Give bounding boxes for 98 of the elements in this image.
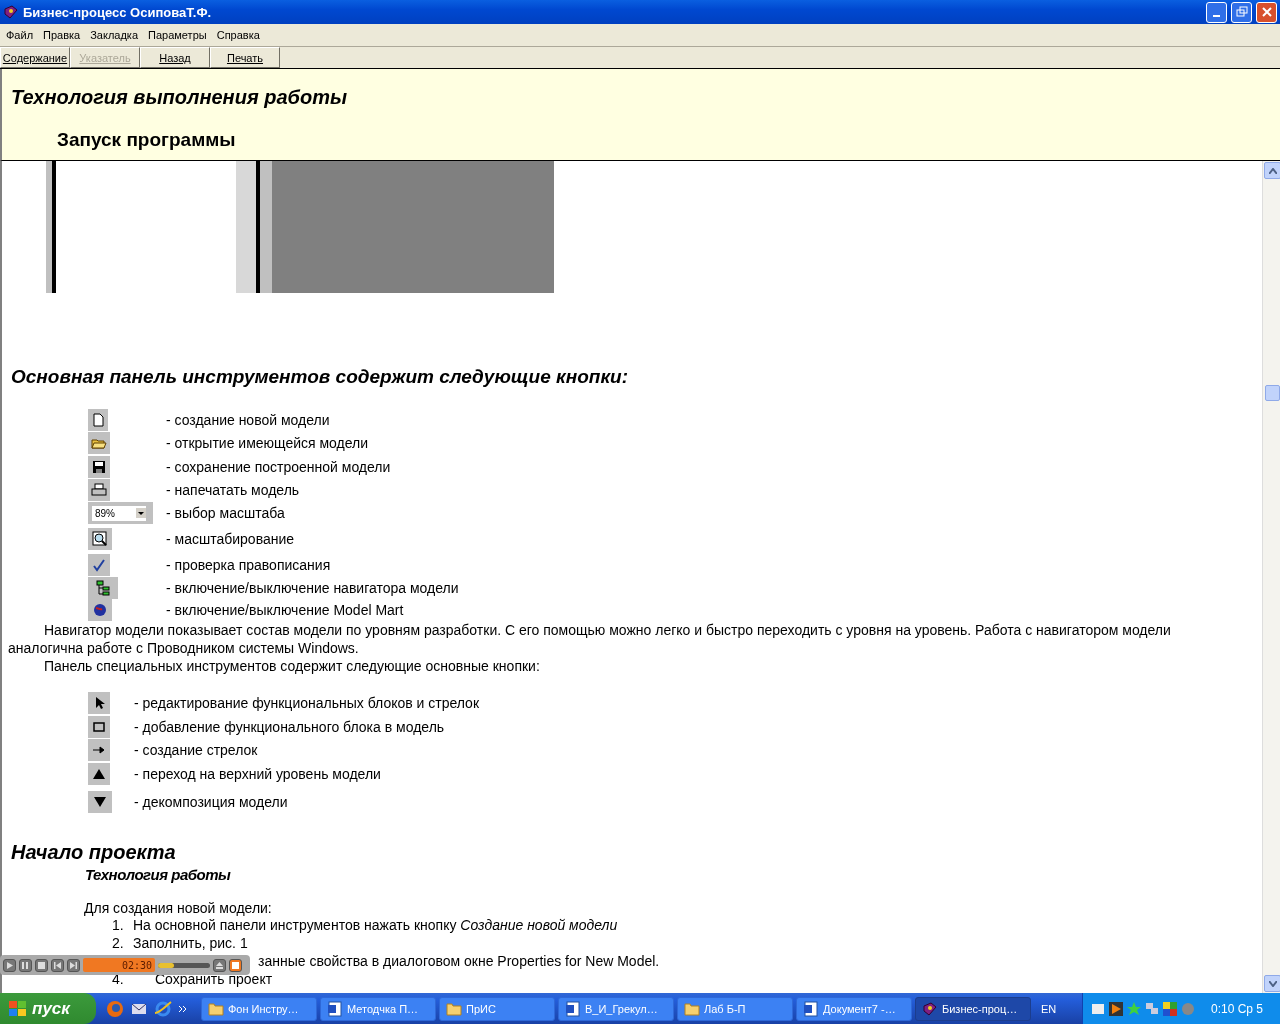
page-title: Технология выполнения работы <box>10 85 349 109</box>
window-title: Бизнес-процесс ОсиповаТ.Ф. <box>23 4 213 20</box>
play-icon <box>1109 1001 1123 1016</box>
subheading: Технология работы <box>85 866 232 883</box>
tool-description: - масштабирование <box>166 531 295 547</box>
minimize-button[interactable] <box>1206 1 1227 23</box>
blank-page-icon <box>88 409 108 431</box>
paragraph: Навигатор модели показывает состав модели по уровням разработки. С его помощью можно легко и быстро переходить с уровня на уровень. Работа с навигатором модели аналогична работе с Проводником системы Windows. <box>7 621 1172 657</box>
taskbar-button[interactable]: Документ7 -… <box>796 996 912 1021</box>
chevron-icon[interactable] <box>178 1003 188 1014</box>
tool-description: - включение/выключение Model Mart <box>166 602 404 618</box>
menu-item[interactable]: Справка <box>212 29 266 41</box>
taskbar-button[interactable]: Лаб Б-П <box>677 996 793 1021</box>
taskbar-button[interactable]: ПрИС <box>439 996 555 1021</box>
book-icon <box>922 1000 938 1017</box>
pause-button[interactable] <box>19 958 32 972</box>
network-icon <box>1145 1001 1159 1016</box>
tool-description: - переход на верхний уровень модели <box>134 766 381 782</box>
eject-button[interactable] <box>213 958 226 972</box>
maximize-button[interactable] <box>1231 1 1252 23</box>
clock: 0:10 Ср 5 <box>1211 1001 1264 1016</box>
previous-icon <box>54 961 61 969</box>
menu-item[interactable]: Правка <box>39 29 87 41</box>
step-text: Сохранить проект <box>155 971 273 987</box>
restore-icon <box>1235 6 1248 18</box>
paragraph: Для создания новой модели: <box>84 900 273 916</box>
tool-description: - редактирование функциональных блоков и стрелок <box>134 695 480 711</box>
tool-description: - открытие имеющейся модели <box>166 435 369 451</box>
folder-icon <box>446 1000 462 1017</box>
pointer-icon <box>88 692 110 714</box>
star-icon <box>1127 1001 1141 1016</box>
section-heading: Основная панель инструментов содержит следующие кнопки: <box>11 366 629 389</box>
taskbar-button[interactable]: Фон Инстру… <box>201 996 317 1021</box>
language-indicator[interactable]: EN <box>1041 1002 1071 1015</box>
firefox-icon[interactable] <box>106 999 124 1018</box>
browser-icon[interactable] <box>154 999 172 1018</box>
eject-icon <box>216 961 223 969</box>
close-icon <box>1261 7 1272 17</box>
printer-icon <box>88 479 110 501</box>
folder-icon <box>208 1000 224 1017</box>
document-icon <box>327 1000 343 1017</box>
step-number: 2. <box>112 935 125 951</box>
step-number: 1. <box>112 917 125 933</box>
color-squares-icon <box>1163 1001 1177 1016</box>
toolbar-button[interactable]: Содержание <box>0 47 70 68</box>
step-text: Заполнить, рис. 1 <box>133 935 248 951</box>
minimize-icon <box>1213 15 1220 17</box>
stop-button[interactable] <box>35 958 48 972</box>
toolbar-button[interactable]: Печать <box>210 47 280 68</box>
menu-item[interactable]: Файл <box>2 29 40 41</box>
taskbar-button[interactable]: Бизнес-проц… <box>915 996 1031 1021</box>
tool-description: - включение/выключение навигатора модели <box>166 580 459 596</box>
paragraph: Панель специальных инструментов содержит следующие основные кнопки: <box>43 657 541 675</box>
step-text: занные свойства в диалоговом окне Properties for New Model. <box>258 953 660 969</box>
scroll-down-button[interactable] <box>1264 975 1280 992</box>
stop-icon <box>38 961 45 969</box>
scroll-up-button[interactable] <box>1264 162 1280 179</box>
square-icon <box>232 961 239 969</box>
time-display: 02:30 <box>83 958 155 972</box>
document-icon <box>565 1000 581 1017</box>
tool-description: - создание стрелок <box>134 742 258 758</box>
taskbar-button[interactable]: В_И_Грекул… <box>558 996 674 1021</box>
folder-icon <box>684 1000 700 1017</box>
tool-description: - сохранение построенной модели <box>166 459 391 475</box>
tool-description: - напечатать модель <box>166 482 300 498</box>
open-folder-icon <box>88 432 110 454</box>
windows-logo-icon <box>8 999 28 1018</box>
magnifier-icon <box>88 528 112 550</box>
tree-icon <box>88 577 118 599</box>
menu-item[interactable]: Закладка <box>86 29 145 41</box>
tool-description: - создание новой модели <box>166 412 330 428</box>
tool-description: - добавление функционального блока в модель <box>134 719 445 735</box>
menu-item[interactable]: Параметры <box>144 29 213 41</box>
menu-button[interactable] <box>229 958 242 972</box>
taskbar-button[interactable]: Методчка П… <box>320 996 436 1021</box>
play-button[interactable] <box>3 958 16 972</box>
start-button[interactable]: пуск <box>0 993 96 1024</box>
pause-icon <box>22 961 29 969</box>
scroll-thumb[interactable] <box>1265 385 1280 401</box>
tray-icon <box>1091 1001 1105 1016</box>
volume-slider[interactable] <box>158 962 210 968</box>
document-icon <box>803 1000 819 1017</box>
next-button[interactable] <box>67 958 80 972</box>
section-title: Запуск программы <box>56 128 237 151</box>
next-icon <box>70 961 77 969</box>
tool-description: - выбор масштаба <box>166 505 285 521</box>
rectangle-icon <box>88 716 110 738</box>
play-icon <box>6 961 13 969</box>
checkmark-icon <box>88 554 110 576</box>
previous-button[interactable] <box>51 958 64 972</box>
tool-description: - декомпозиция модели <box>134 794 288 810</box>
tool-description: - проверка правописания <box>166 557 331 573</box>
toolbar-button[interactable]: Назад <box>140 47 210 68</box>
book-icon <box>3 4 19 20</box>
globe-icon <box>88 599 112 621</box>
step-text: На основной панели инструментов нажать кнопку Создание новой модели <box>133 917 618 933</box>
section-heading: Начало проекта <box>11 841 177 864</box>
close-button[interactable] <box>1256 1 1277 23</box>
